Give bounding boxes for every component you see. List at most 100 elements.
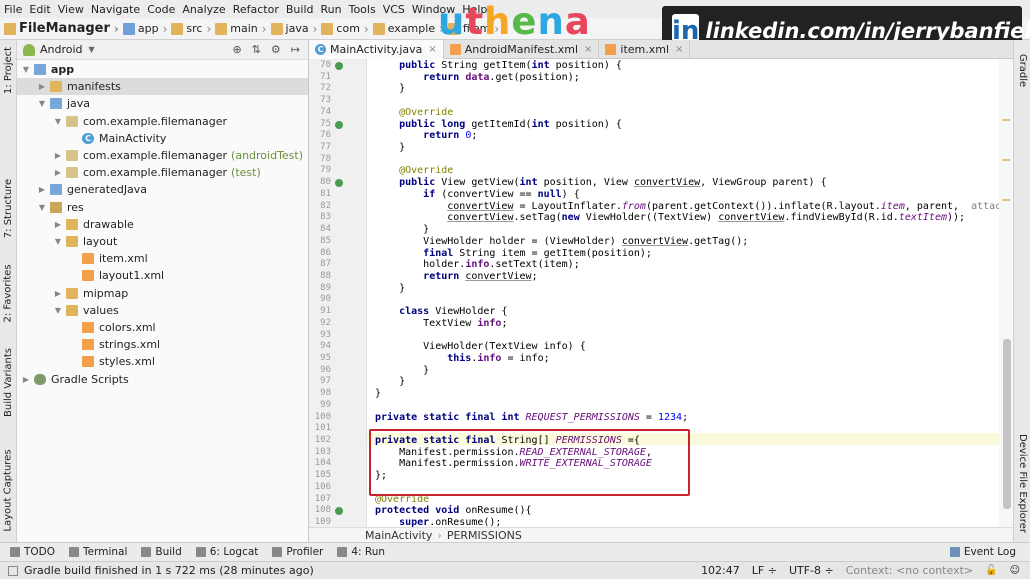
tree-item-label: values xyxy=(83,303,119,317)
chevron-right-icon[interactable]: ▶ xyxy=(37,185,47,194)
chevron-right-icon[interactable]: ▶ xyxy=(53,289,63,298)
cursor-position[interactable]: 102:47 xyxy=(701,564,740,577)
file-encoding[interactable]: UTF-8 ÷ xyxy=(789,564,834,577)
right-tool-tab[interactable]: Device File Explorer xyxy=(1014,428,1030,538)
chevron-down-icon[interactable]: ▼ xyxy=(37,99,47,108)
line-separator[interactable]: LF ÷ xyxy=(752,564,777,577)
right-tool-tab[interactable]: Gradle xyxy=(1014,40,1030,100)
code-editor[interactable]: 70 71 72 73 74 75 76 77 78 79 80 81 82 83 84 85 86 87 88 89… xyxy=(309,59,1013,527)
override-marker-icon[interactable] xyxy=(335,120,343,129)
menu-item[interactable]: View xyxy=(58,3,84,16)
tool-window-button[interactable]: TODO xyxy=(10,546,55,558)
tool-window-button[interactable]: Terminal xyxy=(69,546,127,558)
tree-item[interactable]: ▼ app xyxy=(17,61,308,78)
editor-tab[interactable]: C MainActivity.java × xyxy=(309,40,444,59)
tree-item-label: generatedJava xyxy=(67,183,148,197)
menu-item[interactable]: Build xyxy=(286,3,314,16)
tree-item[interactable]: styles.xml xyxy=(17,353,308,370)
nav-crumb[interactable]: app › xyxy=(122,22,167,36)
left-tool-tab[interactable]: 2: Favorites xyxy=(0,258,17,328)
chevron-down-icon[interactable]: ▼ xyxy=(21,65,31,74)
tree-item[interactable]: ▼ java xyxy=(17,95,308,112)
left-tool-tab[interactable]: Layout Captures xyxy=(0,440,17,540)
close-icon[interactable]: × xyxy=(675,44,683,55)
nav-crumb[interactable]: main › xyxy=(215,22,267,36)
tree-item[interactable]: ▶ drawable xyxy=(17,216,308,233)
context-indicator[interactable]: Context: <no context> xyxy=(846,564,973,577)
tree-item[interactable]: ▶ mipmap xyxy=(17,285,308,302)
menu-item[interactable]: Refactor xyxy=(233,3,279,16)
chevron-down-icon[interactable]: ▼ xyxy=(53,237,63,246)
event-log-button[interactable]: Event Log xyxy=(949,546,1016,558)
menu-item[interactable]: VCS xyxy=(383,3,405,16)
tool-window-button[interactable]: 6: Logcat xyxy=(195,546,259,558)
nav-crumb[interactable]: FileManager › xyxy=(4,21,119,36)
left-tool-tab[interactable]: 1: Project xyxy=(0,40,17,100)
line-number: 84 xyxy=(320,224,331,235)
tree-item[interactable]: ▼ values xyxy=(17,302,308,319)
chevron-right-icon[interactable]: ▶ xyxy=(53,220,63,229)
code-token: ; xyxy=(501,317,508,329)
editor-scrollbar[interactable] xyxy=(1003,339,1011,509)
inspector-icon[interactable]: ☺ xyxy=(1010,565,1020,576)
menu-item[interactable]: Run xyxy=(321,3,342,16)
tree-item[interactable]: ▶ generatedJava xyxy=(17,181,308,198)
project-view-selector[interactable]: Android ▼ ⊕ ⇅ ⚙ ↦ xyxy=(17,40,308,60)
tree-item[interactable]: item.xml xyxy=(17,250,308,267)
menu-item[interactable]: Navigate xyxy=(91,3,140,16)
chevron-down-icon[interactable]: ▼ xyxy=(53,306,63,315)
folder-icon xyxy=(4,22,16,35)
tree-item[interactable]: strings.xml xyxy=(17,336,308,353)
tree-item[interactable]: ▶ com.example.filemanager (test) xyxy=(17,164,308,181)
override-marker-icon[interactable] xyxy=(335,62,343,70)
sync-icon[interactable]: ⊕ xyxy=(232,43,241,56)
chevron-right-icon[interactable]: ▶ xyxy=(53,168,63,177)
chevron-right-icon[interactable]: ▶ xyxy=(37,82,47,91)
editor-tab[interactable]: item.xml × xyxy=(599,40,691,59)
breadcrumb-class[interactable]: MainActivity xyxy=(365,529,432,542)
nav-crumb[interactable]: com › xyxy=(321,22,369,36)
nav-crumb[interactable]: java › xyxy=(270,22,317,36)
editor-tab[interactable]: AndroidManifest.xml × xyxy=(444,40,600,59)
lock-icon[interactable]: 🔓 xyxy=(985,565,997,576)
menu-item[interactable]: Code xyxy=(147,3,175,16)
breadcrumb-field[interactable]: PERMISSIONS xyxy=(447,529,522,542)
tool-window-label: 6: Logcat xyxy=(209,546,259,558)
chevron-down-icon[interactable]: ▼ xyxy=(53,117,63,126)
close-icon[interactable]: × xyxy=(584,44,592,55)
left-tool-tab[interactable]: Build Variants xyxy=(0,342,17,422)
tree-item-label: Gradle Scripts xyxy=(51,372,129,386)
left-tool-tab[interactable]: 7: Structure xyxy=(0,168,17,248)
tool-window-button[interactable]: Build xyxy=(141,546,182,558)
override-marker-icon[interactable] xyxy=(335,507,343,516)
tree-item[interactable]: ▼ layout xyxy=(17,233,308,250)
override-marker-icon[interactable] xyxy=(335,179,343,188)
chevron-right-icon[interactable]: ▶ xyxy=(53,151,63,160)
tree-item[interactable]: ▼ com.example.filemanager xyxy=(17,113,308,130)
menu-item[interactable]: File xyxy=(4,3,22,16)
chevron-down-icon[interactable]: ▼ xyxy=(37,203,47,212)
code-token: .getTag(); xyxy=(688,235,749,247)
code-token: convertView xyxy=(447,200,514,212)
tree-item[interactable]: C MainActivity xyxy=(17,130,308,147)
tree-item[interactable]: colors.xml xyxy=(17,319,308,336)
code-token: position) { xyxy=(555,118,622,130)
tool-window-button[interactable]: 4: Run xyxy=(337,546,385,558)
hide-icon[interactable]: ↦ xyxy=(291,43,300,56)
nav-crumb[interactable]: example › xyxy=(372,22,444,36)
collapse-icon[interactable]: ⇅ xyxy=(252,43,261,56)
chevron-right-icon[interactable]: ▶ xyxy=(21,375,31,384)
tool-window-button[interactable]: Profiler xyxy=(272,546,323,558)
nav-crumb[interactable]: src › xyxy=(171,22,211,36)
tree-item[interactable]: ▶ com.example.filemanager (androidTest) xyxy=(17,147,308,164)
menu-item[interactable]: Analyze xyxy=(182,3,225,16)
tree-item[interactable]: ▶ Gradle Scripts xyxy=(17,371,308,388)
tree-item[interactable]: ▼ res xyxy=(17,199,308,216)
tree-item[interactable]: ▶ manifests xyxy=(17,78,308,96)
right-tool-tab-label: Gradle xyxy=(1017,53,1028,87)
tree-item[interactable]: layout1.xml xyxy=(17,267,308,284)
menu-item[interactable]: Edit xyxy=(29,3,50,16)
menu-item[interactable]: Tools xyxy=(349,3,376,16)
gear-icon[interactable]: ⚙ xyxy=(271,43,281,56)
close-icon[interactable]: × xyxy=(428,44,436,55)
